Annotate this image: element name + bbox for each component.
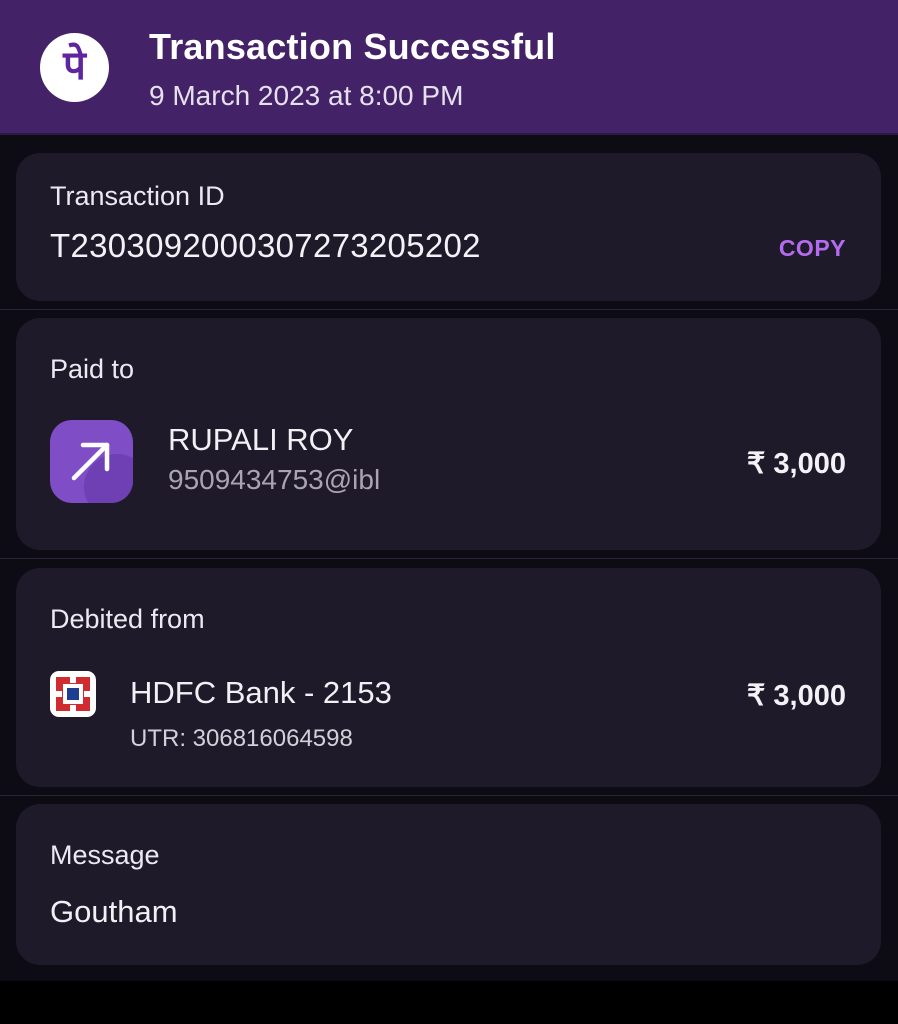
message-card: Message Goutham (16, 804, 881, 965)
message-label: Message (50, 840, 160, 870)
paid-amount: ₹ 3,000 (746, 448, 846, 480)
payee-name: RUPALI ROY (168, 422, 354, 457)
bank-account: HDFC Bank - 2153 (130, 675, 392, 710)
arrow-up-right-icon (50, 420, 133, 503)
payee-upi-id: 9509434753@ibl (168, 464, 381, 495)
hdfc-bank-logo (50, 671, 96, 717)
transaction-id-label: Transaction ID (50, 181, 225, 211)
copy-button[interactable]: COPY (779, 235, 846, 262)
utr-number: UTR: 306816064598 (130, 725, 353, 752)
message-text: Goutham (50, 894, 178, 929)
logo-glyph: पे (63, 42, 86, 89)
paid-to-card[interactable]: Paid to RUPALI ROY 9509434753@ibl ₹ 3,00… (16, 318, 881, 550)
transaction-id-card: Transaction ID T2303092000307273205202 C… (16, 153, 881, 301)
status-header: पे Transaction Successful 9 March 2023 a… (0, 0, 898, 135)
transaction-id-value: T2303092000307273205202 (50, 227, 481, 264)
debited-from-label: Debited from (50, 604, 205, 634)
paid-to-label: Paid to (50, 354, 135, 384)
page-title: Transaction Successful (149, 26, 556, 67)
transaction-datetime: 9 March 2023 at 8:00 PM (149, 80, 464, 111)
debited-amount: ₹ 3,000 (746, 680, 846, 712)
divider (0, 558, 898, 559)
divider (0, 795, 898, 796)
phonepe-logo: पे (40, 33, 109, 102)
divider (0, 309, 898, 310)
debited-from-card[interactable]: Debited from HDFC Bank - 2153 UTR: 30681… (16, 568, 881, 787)
